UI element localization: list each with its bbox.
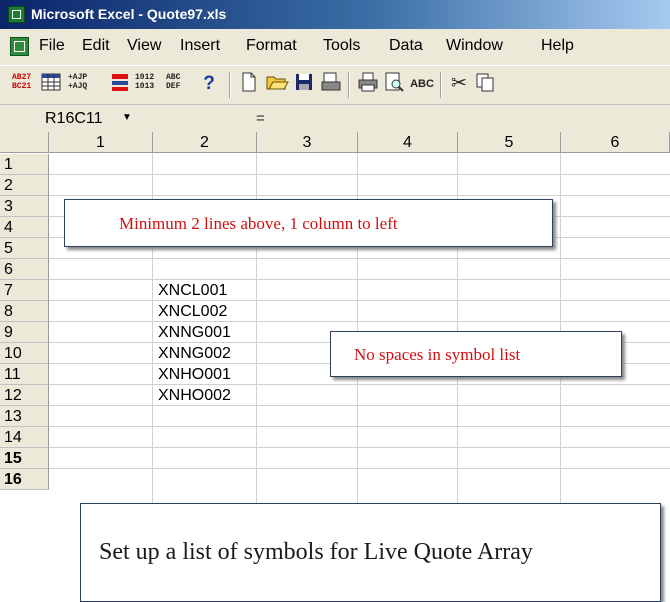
column-header-2[interactable]: 2 [153,132,257,153]
menu-tools[interactable]: Tools [323,37,360,55]
row-header-11[interactable]: 11 [0,364,49,385]
column-header-1[interactable]: 1 [49,132,153,153]
annotation-callout-setup: Set up a list of symbols for Live Quote … [80,503,661,602]
ab27-bc21-icon[interactable]: AB27 BC21 [12,73,31,91]
cell-r8c2[interactable]: XNNG002 [158,345,231,363]
menu-insert[interactable]: Insert [180,37,220,55]
row-header-1[interactable]: 1 [0,154,49,175]
row-header-14[interactable]: 14 [0,427,49,448]
menu-edit[interactable]: Edit [82,37,110,55]
ajp-ajq-icon[interactable]: +AJP +AJQ [68,73,87,91]
print-preview-icon[interactable] [318,71,344,97]
grid-line [49,447,670,448]
grid-line [49,405,670,406]
row-header-12[interactable]: 12 [0,385,49,406]
grid-line [49,321,670,322]
select-all-corner[interactable] [0,132,49,153]
grid-line [49,300,670,301]
row-header-4[interactable]: 4 [0,217,49,238]
menu-file[interactable]: File [39,37,65,55]
row-header-3[interactable]: 3 [0,196,49,217]
row-header-8[interactable]: 8 [0,301,49,322]
1012-1013-icon[interactable]: 1012 1013 [135,73,154,91]
menu-view[interactable]: View [127,37,161,55]
table-icon[interactable] [38,71,64,97]
annotation-callout-no-spaces: No spaces in symbol list [330,331,622,377]
new-icon[interactable] [236,71,262,97]
formula-bar: R16C11 ▼ = [0,104,670,133]
grid-line [49,279,670,280]
row-header-7[interactable]: 7 [0,280,49,301]
row-header-15[interactable]: 15 [0,448,49,469]
row-header-9[interactable]: 9 [0,322,49,343]
filter-icon[interactable] [107,71,133,97]
chevron-down-icon[interactable]: ▼ [120,111,134,125]
column-header-4[interactable]: 4 [358,132,458,153]
row-header-5[interactable]: 5 [0,238,49,259]
menu-window[interactable]: Window [446,37,503,55]
save-icon[interactable] [291,71,317,97]
abc-def-icon[interactable]: ABC DEF [166,73,180,91]
toolbar-separator [348,72,350,98]
cell-r7c2[interactable]: XNNG001 [158,324,231,342]
toolbar-separator [229,72,231,98]
window-title: Microsoft Excel - Quote97.xls [31,6,227,22]
annotation-callout-placement: Minimum 2 lines above, 1 column to left [64,199,553,247]
row-header-10[interactable]: 10 [0,343,49,364]
title-bar: Microsoft Excel - Quote97.xls [0,0,670,29]
cell-r6c2[interactable]: XNCL002 [158,303,227,321]
standard-toolbar: AB27 BC21 +AJP +AJQ 1012 1013 ABC DEF ? ABC … [0,66,670,104]
cut-icon[interactable]: ✂ [446,71,472,97]
workbook-icon[interactable] [10,37,29,56]
preview-icon[interactable] [381,71,407,97]
grid-line [49,174,670,175]
grid-line [49,195,670,196]
toolbar-separator [440,72,442,98]
column-header-3[interactable]: 3 [257,132,358,153]
menu-format[interactable]: Format [246,37,297,55]
menu-help[interactable]: Help [541,37,574,55]
grid-line [49,468,670,469]
menu-bar: File Edit View Insert Format Tools Data … [0,29,670,66]
row-header-6[interactable]: 6 [0,259,49,280]
excel-app-icon [8,6,25,23]
grid-line [49,426,670,427]
menu-data[interactable]: Data [389,37,423,55]
help-icon[interactable]: ? [196,71,222,97]
print-icon[interactable] [355,71,381,97]
row-header-13[interactable]: 13 [0,406,49,427]
row-header-2[interactable]: 2 [0,175,49,196]
copy-icon[interactable] [472,71,498,97]
column-header-6[interactable]: 6 [561,132,670,153]
grid-line [49,384,670,385]
cell-r10c2[interactable]: XNHO002 [158,387,231,405]
formula-equals[interactable]: = [256,110,265,127]
spelling-icon[interactable]: ABC [409,71,435,97]
column-header-5[interactable]: 5 [458,132,561,153]
cell-r5c2[interactable]: XNCL001 [158,282,227,300]
open-icon[interactable] [264,71,290,97]
row-header-16[interactable]: 16 [0,469,49,490]
cell-r9c2[interactable]: XNHO001 [158,366,231,384]
grid-line [49,258,670,259]
